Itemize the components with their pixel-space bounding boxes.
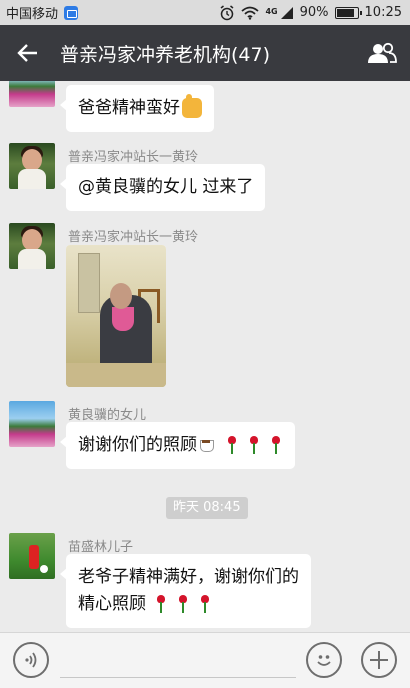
- sender-name: 黄良骥的女儿: [68, 408, 147, 423]
- photo-table: [66, 363, 166, 387]
- message-list[interactable]: 爸爸精神蛮好 普亲冯家冲站长一黄玲 @黄良骥的女儿 过来了 普亲冯家冲站长一黄玲: [0, 81, 410, 632]
- rose-icon: [176, 594, 190, 614]
- coffee-icon: [199, 438, 217, 452]
- message-text: @黄良骥的女儿 过来了: [78, 177, 254, 197]
- avatar[interactable]: [9, 81, 55, 107]
- avatar[interactable]: [9, 401, 55, 447]
- chat-title-bar: 普亲冯家冲养老机构(47): [0, 25, 410, 81]
- message-text: 精心照顾: [78, 594, 146, 614]
- photo-door: [78, 253, 100, 313]
- message-bubble[interactable]: 谢谢你们的照顾: [60, 422, 295, 469]
- battery-icon: [334, 6, 362, 19]
- input-bar: [0, 632, 410, 688]
- clock: 10:25: [364, 5, 402, 20]
- message-text-line: 精心照顾: [78, 591, 299, 618]
- voice-icon: [25, 652, 37, 668]
- sender-name: 普亲冯家冲站长一黄玲: [68, 230, 199, 245]
- photo-head: [110, 283, 132, 309]
- back-arrow-icon: [17, 44, 37, 62]
- rose-icon: [198, 594, 212, 614]
- elderly-man-photo: [66, 245, 166, 387]
- message-input[interactable]: [60, 677, 296, 678]
- sender-name: 普亲冯家冲站长一黄玲: [68, 150, 199, 165]
- rose-icon: [247, 435, 261, 455]
- rose-icon: [225, 435, 239, 455]
- photo-app-icon: [64, 5, 79, 20]
- avatar[interactable]: [9, 223, 55, 269]
- thumbs-up-icon: [182, 94, 202, 118]
- photo-bib: [112, 307, 134, 331]
- message-bubble[interactable]: @黄良骥的女儿 过来了: [59, 164, 266, 211]
- rose-icon: [154, 594, 168, 614]
- image-message[interactable]: [66, 245, 166, 387]
- carrier-label: 中国移动: [6, 7, 59, 22]
- avatar-kid: [29, 545, 39, 569]
- network-type: 4G: [265, 6, 278, 16]
- status-bar: 中国移动 4G 90% 10:25: [0, 0, 410, 25]
- rose-icon: [269, 435, 283, 455]
- battery-percent: 90%: [299, 5, 329, 20]
- group-members-icon: [368, 42, 397, 63]
- message-text: 谢谢你们的照顾: [78, 435, 197, 455]
- signal-icon: [280, 6, 293, 19]
- avatar-face: [22, 229, 42, 251]
- avatar[interactable]: [9, 533, 55, 579]
- chat-title: 普亲冯家冲养老机构(47): [60, 43, 271, 66]
- wifi-icon: [241, 6, 260, 20]
- back-button[interactable]: [0, 25, 56, 81]
- emoji-button[interactable]: [306, 642, 342, 678]
- emoji-icon: [317, 655, 331, 666]
- avatar-dress: [18, 169, 46, 189]
- more-button[interactable]: [361, 642, 397, 678]
- message-text-line: 老爷子精神满好，谢谢你们的: [78, 567, 299, 587]
- avatar-dress: [18, 249, 46, 269]
- plus-icon: [370, 651, 388, 669]
- message-text: 爸爸精神蛮好: [78, 98, 180, 118]
- avatar-ball: [40, 565, 48, 573]
- sender-name: 苗盛林儿子: [68, 540, 134, 555]
- voice-button[interactable]: [13, 642, 49, 678]
- message-bubble[interactable]: 爸爸精神蛮好: [60, 85, 214, 132]
- group-members-button[interactable]: [354, 25, 410, 81]
- message-bubble[interactable]: 老爷子精神满好，谢谢你们的 精心照顾: [60, 554, 311, 628]
- avatar[interactable]: [9, 143, 55, 189]
- avatar-face: [22, 149, 42, 171]
- battery-fill: [336, 8, 354, 17]
- alarm-icon: [221, 4, 234, 20]
- time-separator: 昨天 08:45: [166, 497, 248, 519]
